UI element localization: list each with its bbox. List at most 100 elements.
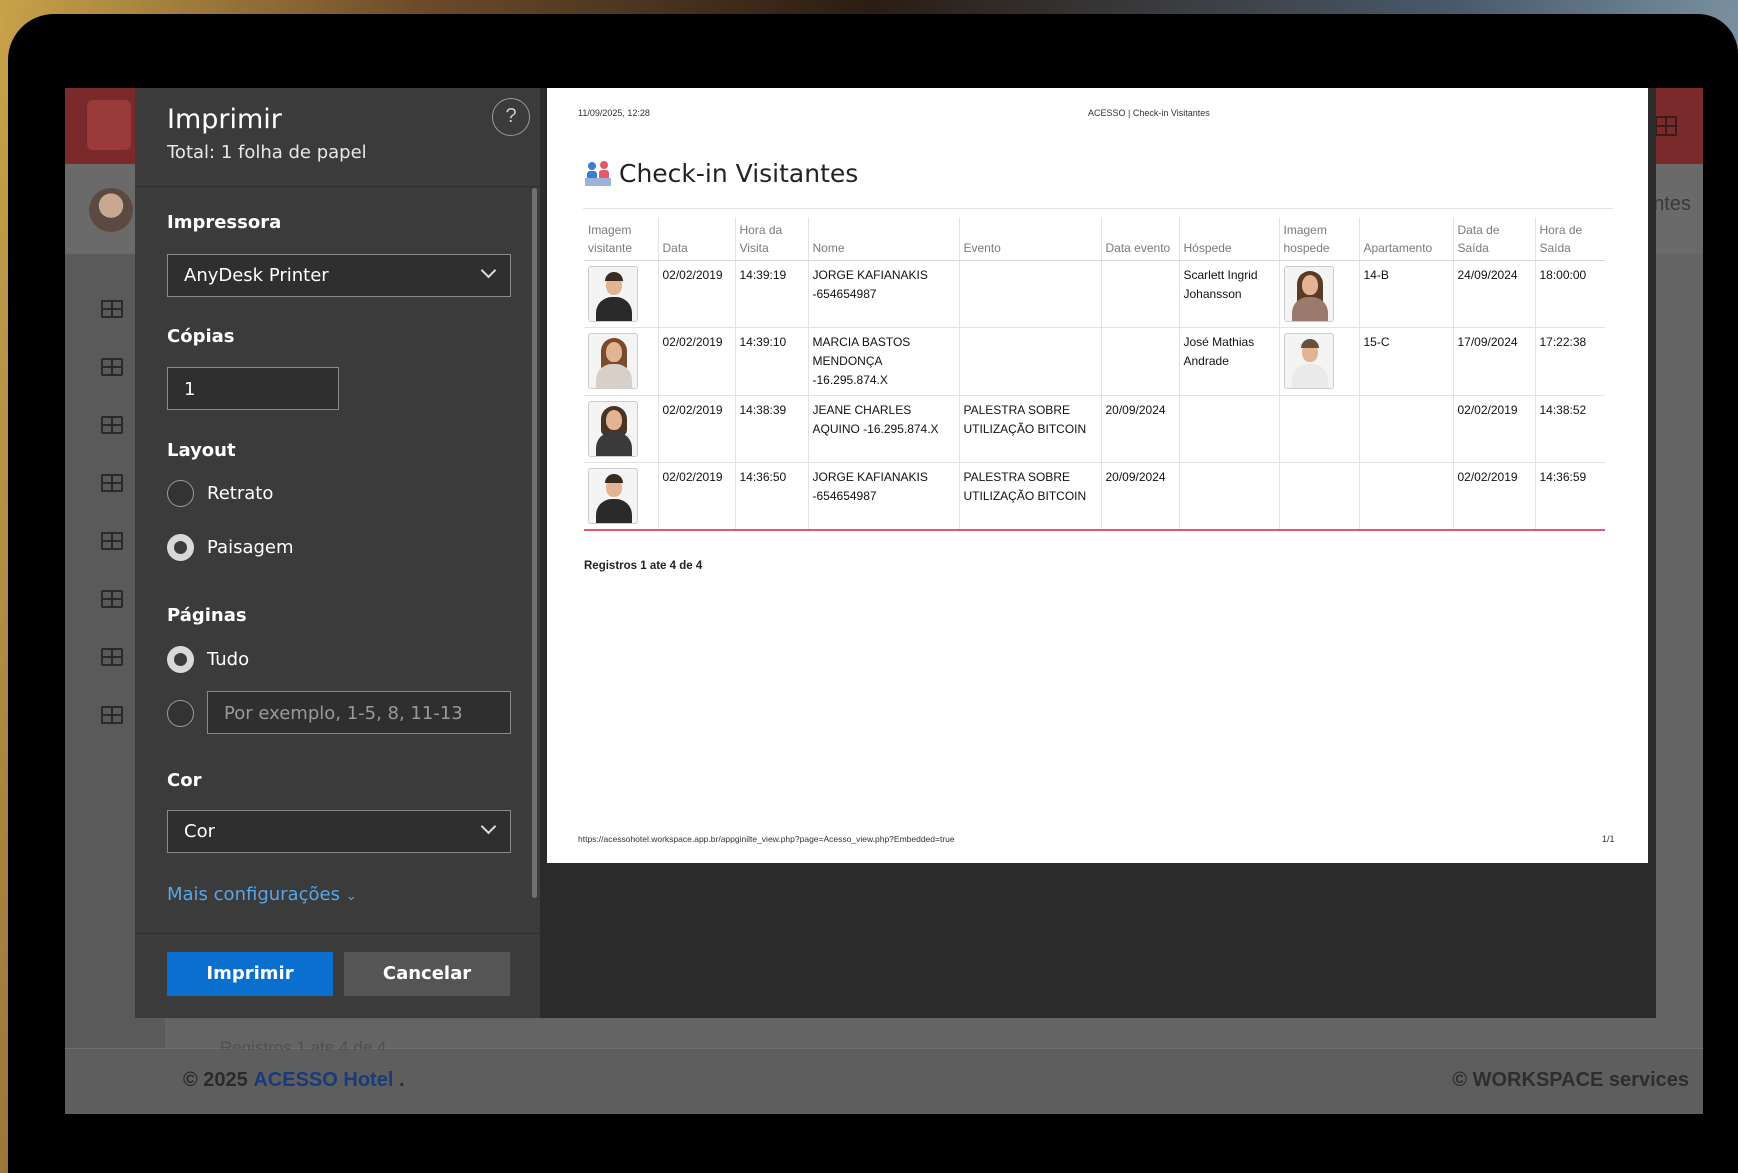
- radio-retrato[interactable]: [167, 480, 194, 507]
- chevron-down-icon: ⌄: [345, 889, 357, 904]
- color-select[interactable]: Cor: [167, 810, 511, 853]
- help-icon[interactable]: ?: [492, 98, 530, 136]
- visitor-photo-cell: [584, 462, 658, 531]
- radio-pages-custom[interactable]: [167, 700, 194, 727]
- app-logo: [87, 100, 131, 150]
- col-header: Data de Saída: [1452, 218, 1535, 261]
- layout-label: Layout: [167, 440, 236, 461]
- visitors-table: Imagem visitante Data Hora da Visita Nom…: [584, 218, 1605, 531]
- sidebar-table-icon[interactable]: [101, 416, 123, 434]
- footer-year: © 2025: [183, 1069, 248, 1091]
- pages-range-input[interactable]: Por exemplo, 1-5, 8, 11-13: [207, 691, 511, 734]
- cell-data-evento: [1100, 260, 1179, 328]
- footer-copyright: © 2025 ACESSO Hotel .: [183, 1069, 405, 1092]
- table-row: 02/02/2019 14:36:50 JORGE KAFIANAKIS -65…: [584, 462, 1605, 531]
- cell-data-saida: 02/02/2019: [1452, 462, 1535, 531]
- more-settings-label: Mais configurações: [167, 884, 340, 905]
- radio-retrato-label[interactable]: Retrato: [207, 483, 273, 504]
- sidebar-table-icon[interactable]: [101, 590, 123, 608]
- guest-photo-cell: [1278, 260, 1359, 328]
- print-dialog: Imprimir Total: 1 folha de papel ? Impre…: [135, 88, 541, 1018]
- app-footer: © 2025 ACESSO Hotel . © WORKSPACE servic…: [65, 1048, 1703, 1114]
- sidebar-table-icon[interactable]: [101, 648, 123, 666]
- records-count: Registros 1 ate 4 de 4: [584, 560, 703, 572]
- col-header: Nome: [807, 218, 959, 261]
- col-header: Evento: [958, 218, 1101, 261]
- visitor-photo-cell: [584, 327, 658, 396]
- color-value: Cor: [184, 821, 215, 842]
- cell-hora: 14:39:19: [734, 260, 808, 328]
- dialog-scrollbar[interactable]: [532, 188, 537, 898]
- cell-data: 02/02/2019: [657, 260, 735, 328]
- radio-paisagem-label[interactable]: Paisagem: [207, 537, 294, 558]
- guest-photo-cell: [1278, 395, 1359, 463]
- cell-data-evento: 20/09/2024: [1100, 462, 1179, 531]
- visitor-photo: [588, 333, 638, 389]
- visitor-photo-cell: [584, 260, 658, 328]
- cell-hora-saida: 17:22:38: [1534, 327, 1605, 396]
- cell-nome: MARCIA BASTOS MENDONÇA -16.295.874.X: [807, 327, 959, 396]
- col-header: Data: [657, 218, 735, 261]
- cell-data-evento: 20/09/2024: [1100, 395, 1179, 463]
- tab-fragment: ntes: [1653, 193, 1691, 215]
- more-settings-link[interactable]: Mais configurações ⌄: [167, 884, 357, 905]
- radio-pages-all-label[interactable]: Tudo: [207, 649, 249, 670]
- checkin-people-icon: [585, 161, 611, 186]
- cell-nome: JORGE KAFIANAKIS -654654987: [807, 462, 959, 531]
- printer-value: AnyDesk Printer: [184, 265, 329, 286]
- chevron-down-icon: [480, 262, 497, 279]
- color-label: Cor: [167, 770, 202, 791]
- page-header-title: ACESSO | Check-in Visitantes: [1088, 108, 1210, 118]
- footer-workspace: © WORKSPACE services: [1452, 1069, 1689, 1091]
- cell-apartamento: [1358, 462, 1453, 531]
- dialog-title: Imprimir: [167, 104, 282, 135]
- sidebar-table-icon[interactable]: [101, 532, 123, 550]
- col-header: Apartamento: [1358, 218, 1453, 261]
- apps-grid-icon[interactable]: [1655, 116, 1677, 136]
- cell-data-saida: 17/09/2024: [1452, 327, 1535, 396]
- cell-evento: PALESTRA SOBRE UTILIZAÇÃO BITCOIN: [958, 395, 1101, 463]
- col-header: Hora de Saída: [1534, 218, 1605, 261]
- copies-label: Cópias: [167, 326, 235, 347]
- sidebar-table-icon[interactable]: [101, 300, 123, 318]
- visitor-photo-cell: [584, 395, 658, 463]
- cell-hospede: José Mathias Andrade: [1178, 327, 1279, 396]
- col-header: Hóspede: [1178, 218, 1279, 261]
- print-dialog-header: Imprimir Total: 1 folha de papel ?: [135, 88, 541, 187]
- cell-nome: JORGE KAFIANAKIS -654654987: [807, 260, 959, 328]
- sidebar-table-icon[interactable]: [101, 706, 123, 724]
- sidebar-table-icon[interactable]: [101, 474, 123, 492]
- cell-hospede: Scarlett Ingrid Johansson: [1178, 260, 1279, 328]
- cell-evento: [958, 327, 1101, 396]
- title-divider: [583, 208, 1613, 209]
- page-title: Check-in Visitantes: [619, 159, 859, 188]
- copies-input[interactable]: 1: [167, 367, 339, 410]
- cell-hora: 14:39:10: [734, 327, 808, 396]
- avatar[interactable]: [89, 188, 133, 232]
- table-row: 02/02/2019 14:39:10 MARCIA BASTOS MENDON…: [584, 327, 1605, 396]
- cell-data: 02/02/2019: [657, 395, 735, 463]
- table-row: 02/02/2019 14:38:39 JEANE CHARLES AQUINO…: [584, 395, 1605, 463]
- cell-hora-saida: 18:00:00: [1534, 260, 1605, 328]
- chevron-down-icon: [480, 818, 497, 835]
- cell-hospede: [1178, 462, 1279, 531]
- printer-select[interactable]: AnyDesk Printer: [167, 254, 511, 297]
- cell-data-saida: 02/02/2019: [1452, 395, 1535, 463]
- preview-page: 11/09/2025, 12:28 ACESSO | Check-in Visi…: [547, 88, 1648, 863]
- visitor-photo: [588, 401, 638, 457]
- cancel-button[interactable]: Cancelar: [344, 952, 510, 996]
- cell-data-evento: [1100, 327, 1179, 396]
- radio-pages-all[interactable]: [167, 646, 194, 673]
- radio-paisagem[interactable]: [167, 534, 194, 561]
- col-header: Imagem hospede: [1278, 218, 1359, 261]
- page-datetime: 11/09/2025, 12:28: [578, 108, 650, 118]
- cell-nome: JEANE CHARLES AQUINO -16.295.874.X: [807, 395, 959, 463]
- visitor-photo: [588, 266, 638, 322]
- guest-photo-cell: [1278, 327, 1359, 396]
- sidebar-table-icon[interactable]: [101, 358, 123, 376]
- footer-brand-link[interactable]: ACESSO Hotel: [253, 1069, 393, 1091]
- print-button[interactable]: Imprimir: [167, 952, 333, 996]
- footer-dot: .: [398, 1069, 405, 1091]
- pages-label: Páginas: [167, 605, 247, 626]
- cell-evento: PALESTRA SOBRE UTILIZAÇÃO BITCOIN: [958, 462, 1101, 531]
